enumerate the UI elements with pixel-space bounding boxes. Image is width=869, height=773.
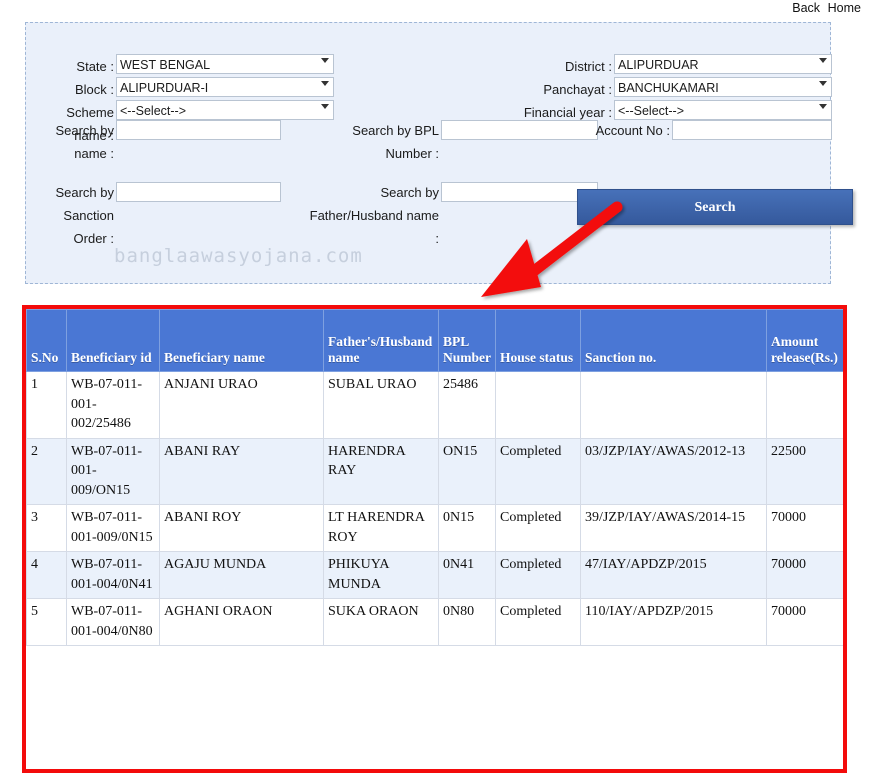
cell-house-status [495,371,581,439]
panchayat-select-wrapper[interactable]: BANCHUKAMARI [614,77,832,97]
cell-beneficiary-id: WB-07-011-001-004/0N41 [66,551,160,599]
column-header-sno: S.No [26,309,67,372]
cell-father-husband-name: LT HARENDRA ROY [323,504,439,552]
cell-amount-release: 70000 [766,504,843,552]
cell-house-status: Completed [495,598,581,646]
cell-amount-release [766,371,843,439]
column-header-father-husband-name: Father's/Husband name [323,309,439,372]
cell-sanction-no: 03/JZP/IAY/AWAS/2012-13 [580,437,767,505]
state-select-wrapper[interactable]: WEST BENGAL [116,54,334,74]
table-row: 5 WB-07-011-001-004/0N80 AGHANI ORAON SU… [26,598,843,646]
column-header-beneficiary-id: Beneficiary id [66,309,160,372]
financial-year-select-wrapper[interactable]: <--Select--> [614,100,832,120]
cell-father-husband-name: SUBAL URAO [323,371,439,439]
cell-house-status: Completed [495,437,581,505]
cell-beneficiary-id: WB-07-011-001-004/0N80 [66,598,160,646]
cell-beneficiary-id: WB-07-011-001-009/ON15 [66,437,160,505]
column-header-sanction-no: Sanction no. [580,309,767,372]
column-header-beneficiary-name: Beneficiary name [159,309,324,372]
panchayat-select[interactable]: BANCHUKAMARI [614,77,832,97]
state-label: State : [76,59,114,74]
scheme-select-wrapper[interactable]: <--Select--> [116,100,334,120]
column-header-house-status: House status [495,309,581,372]
block-select-wrapper[interactable]: ALIPURDUAR-I [116,77,334,97]
cell-sanction-no: 47/IAY/APDZP/2015 [580,551,767,599]
cell-father-husband-name: SUKA ORAON [323,598,439,646]
cell-sanction-no: 110/IAY/APDZP/2015 [580,598,767,646]
cell-sno: 5 [26,598,67,646]
table-header-row: S.No Beneficiary id Beneficiary name Fat… [26,309,843,372]
search-by-name-input[interactable] [116,120,281,140]
block-label: Block : [74,82,114,97]
beneficiary-results-table: S.No Beneficiary id Beneficiary name Fat… [26,309,843,646]
table-row: 4 WB-07-011-001-004/0N41 AGAJU MUNDA PHI… [26,551,843,599]
cell-sanction-no [580,371,767,439]
search-by-father-husband-name-label: Search by Father/Husband name : [309,185,439,246]
search-by-name-label: Search by name : [55,123,114,161]
search-by-bpl-number-label: Search by BPL Number : [352,123,439,161]
cell-beneficiary-name: ABANI ROY [159,504,324,552]
block-select[interactable]: ALIPURDUAR-I [116,77,334,97]
cell-beneficiary-name: AGAJU MUNDA [159,551,324,599]
column-header-bpl-number: BPL Number [438,309,496,372]
state-select[interactable]: WEST BENGAL [116,54,334,74]
cell-bpl-number: 0N80 [438,598,496,646]
search-by-bpl-number-input[interactable] [441,120,598,140]
cell-bpl-number: 0N15 [438,504,496,552]
panchayat-label: Panchayat : [543,82,612,97]
table-body: 1 WB-07-011-001-002/25486 ANJANI URAO SU… [26,371,843,646]
district-label: District : [565,59,612,74]
cell-bpl-number: 25486 [438,371,496,439]
cell-amount-release: 70000 [766,598,843,646]
site-watermark: banglaawasyojana.com [114,245,363,267]
cell-amount-release: 22500 [766,437,843,505]
account-no-label: Account No : [595,123,670,138]
column-header-amount-release: Amount release(Rs.) [766,309,843,372]
account-no-input[interactable] [672,120,832,140]
cell-bpl-number: ON15 [438,437,496,505]
cell-house-status: Completed [495,551,581,599]
district-select-wrapper[interactable]: ALIPURDUAR [614,54,832,74]
search-by-father-husband-name-input[interactable] [441,182,598,202]
cell-beneficiary-name: ANJANI URAO [159,371,324,439]
table-row: 2 WB-07-011-001-009/ON15 ABANI RAY HAREN… [26,437,843,505]
cell-sanction-no: 39/JZP/IAY/AWAS/2014-15 [580,504,767,552]
search-by-sanction-order-label: Search by Sanction Order : [55,185,114,246]
cell-beneficiary-name: AGHANI ORAON [159,598,324,646]
results-table-container: S.No Beneficiary id Beneficiary name Fat… [22,305,847,773]
table-row: 3 WB-07-011-001-009/0N15 ABANI ROY LT HA… [26,504,843,552]
back-link[interactable]: Back [792,1,820,15]
search-button[interactable]: Search [577,189,853,225]
cell-beneficiary-name: ABANI RAY [159,437,324,505]
cell-house-status: Completed [495,504,581,552]
cell-beneficiary-id: WB-07-011-001-002/25486 [66,371,160,439]
table-row: 1 WB-07-011-001-002/25486 ANJANI URAO SU… [26,371,843,439]
cell-beneficiary-id: WB-07-011-001-009/0N15 [66,504,160,552]
cell-amount-release: 70000 [766,551,843,599]
scheme-name-select[interactable]: <--Select--> [116,100,334,120]
home-link[interactable]: Home [828,1,861,15]
search-by-sanction-order-input[interactable] [116,182,281,202]
cell-bpl-number: 0N41 [438,551,496,599]
financial-year-select[interactable]: <--Select--> [614,100,832,120]
cell-sno: 4 [26,551,67,599]
search-filter-panel: State : WEST BENGAL District : ALIPURDUA… [25,22,853,284]
top-links-bar: Back Home [0,0,869,20]
cell-sno: 1 [26,371,67,439]
cell-sno: 2 [26,437,67,505]
cell-father-husband-name: PHIKUYA MUNDA [323,551,439,599]
cell-father-husband-name: HARENDRA RAY [323,437,439,505]
district-select[interactable]: ALIPURDUAR [614,54,832,74]
cell-sno: 3 [26,504,67,552]
